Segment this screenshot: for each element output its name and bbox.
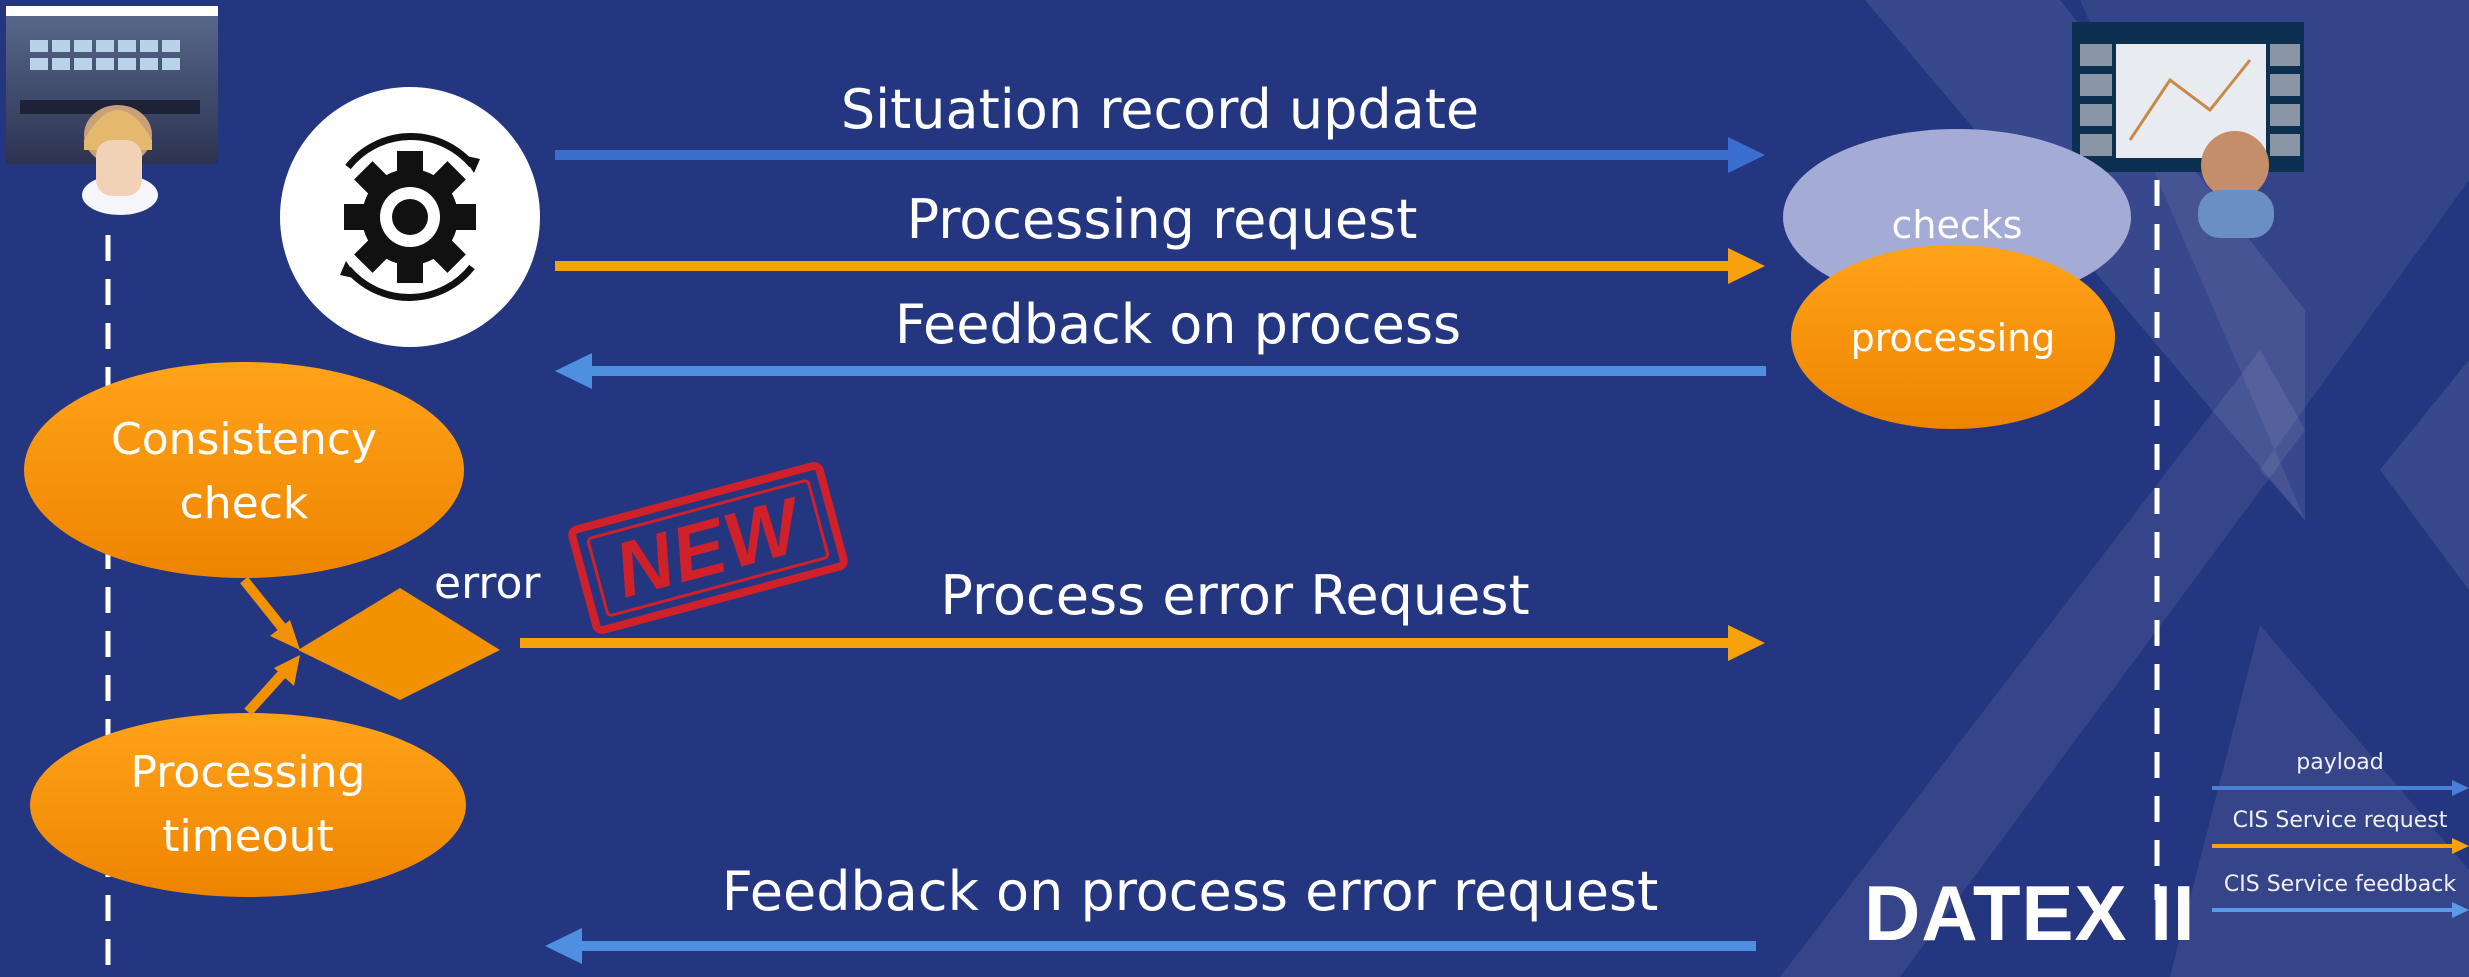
error-label: error bbox=[434, 558, 541, 609]
legend-request-label: CIS Service request bbox=[2232, 808, 2448, 833]
diagram-canvas: Situation record update Processing reque… bbox=[0, 0, 2469, 977]
feedback-on-process-error-request-label: Feedback on process error request bbox=[721, 860, 1659, 923]
legend-feedback-label: CIS Service feedback bbox=[2223, 872, 2457, 897]
feedback-on-process-error-request-arrow bbox=[545, 928, 1756, 964]
processing-timeout-label: Processing timeout bbox=[130, 747, 366, 862]
feedback-on-process-label: Feedback on process bbox=[894, 293, 1462, 356]
situation-record-update-label: Situation record update bbox=[840, 78, 1480, 141]
process-error-request-label: Process error Request bbox=[940, 564, 1530, 627]
checks-label: checks bbox=[1891, 203, 2023, 247]
process-gear-icon bbox=[280, 87, 540, 347]
processing-label: processing bbox=[1850, 316, 2056, 360]
legend-payload-label: payload bbox=[2296, 750, 2384, 775]
process-error-request-arrow bbox=[520, 625, 1765, 661]
processing-request-label: Processing request bbox=[906, 188, 1418, 251]
consistency-check-label: Consistency check bbox=[110, 414, 378, 529]
processing-request-arrow bbox=[555, 248, 1765, 284]
error-connectors bbox=[240, 576, 300, 716]
feedback-on-process-arrow bbox=[555, 353, 1766, 389]
datex-logo: DATEX II bbox=[1864, 869, 2196, 957]
situation-record-update-arrow bbox=[555, 137, 1765, 173]
operator-left-icon bbox=[6, 6, 218, 215]
